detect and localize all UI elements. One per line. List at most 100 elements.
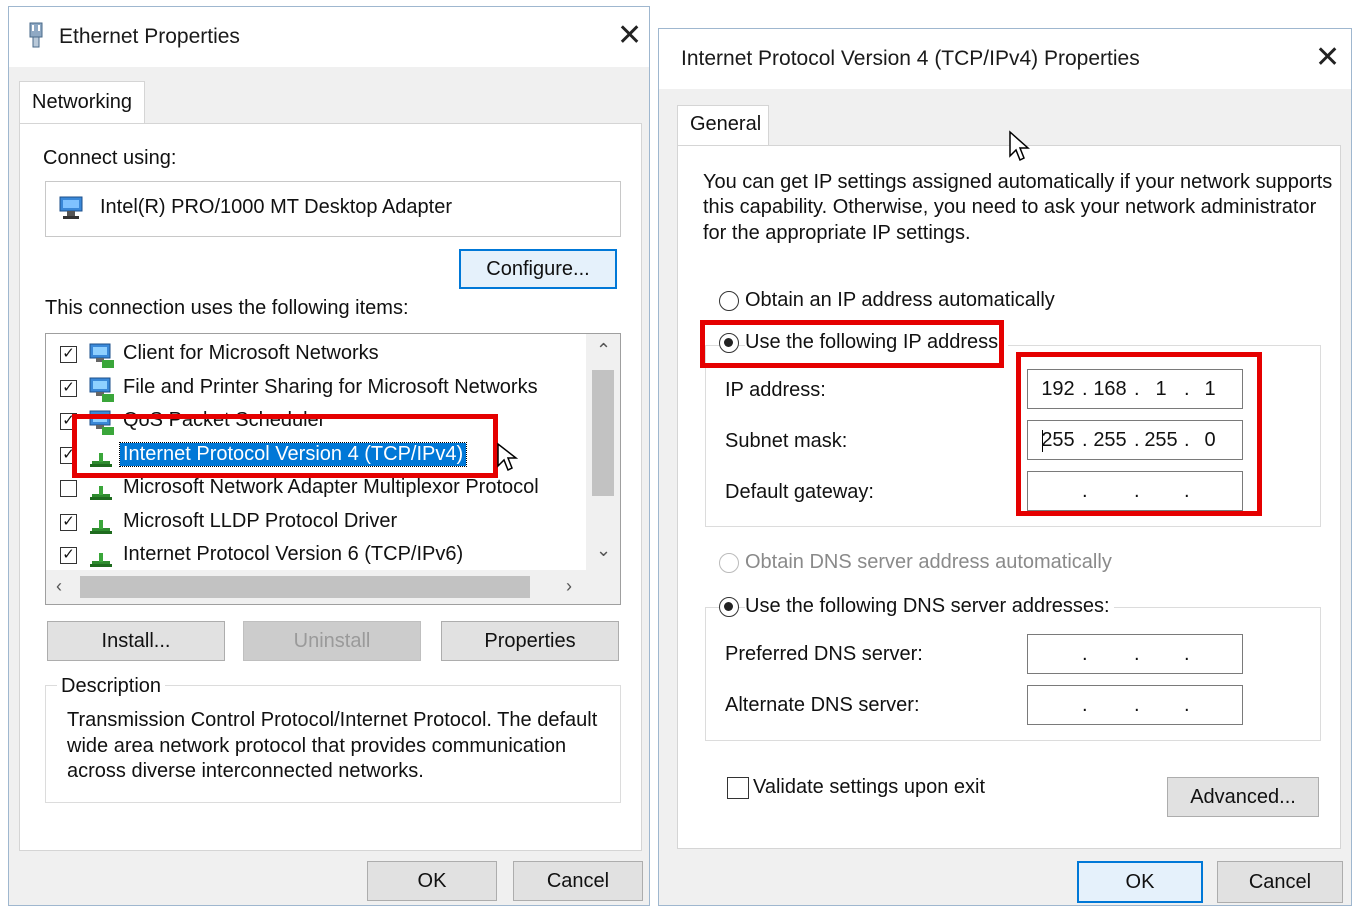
item-label: File and Printer Sharing for Microsoft N… [123, 375, 538, 398]
ipv4-close-icon[interactable]: ✕ [1315, 43, 1340, 73]
ethernet-properties-dialog: Ethernet Properties ✕ Networking Connect… [8, 6, 650, 906]
item-checkbox[interactable]: ✓ [60, 413, 77, 430]
subnet-mask-label: Subnet mask: [725, 430, 848, 452]
scroll-right-icon[interactable]: › [566, 576, 572, 597]
ipv4-properties-dialog: Internet Protocol Version 4 (TCP/IPv4) P… [658, 28, 1352, 906]
validate-settings-checkbox[interactable] [727, 777, 749, 799]
item-label: Internet Protocol Version 6 (TCP/IPv6) [123, 543, 464, 565]
scroll-down-icon[interactable]: ⌄ [596, 540, 611, 561]
list-item[interactable]: ✓ QoS Packet Scheduler [46, 407, 586, 437]
protocol-icon [88, 476, 114, 507]
mask-octet-4: 0 [1204, 429, 1216, 451]
list-item[interactable]: ✓ Internet Protocol Version 6 (TCP/IPv6) [46, 541, 586, 571]
ip-address-label: IP address: [725, 379, 826, 401]
network-client-icon [88, 342, 116, 375]
protocol-icon [88, 443, 114, 474]
horizontal-scroll-thumb[interactable] [80, 576, 530, 598]
cancel-button[interactable]: Cancel [513, 861, 643, 901]
horizontal-scrollbar[interactable]: ‹ › [46, 570, 620, 604]
vertical-scrollbar[interactable]: ⌃ ⌄ [586, 334, 620, 570]
description-line-2: wide area network protocol that provides… [67, 735, 567, 757]
alternate-dns-label: Alternate DNS server: [725, 694, 920, 716]
connect-using-label: Connect using: [43, 147, 177, 169]
obtain-dns-auto-label: Obtain DNS server address automatically [745, 551, 1112, 573]
dns-dot: . [1184, 643, 1190, 665]
ipv4-window-title: Internet Protocol Version 4 (TCP/IPv4) P… [681, 47, 1140, 70]
obtain-ip-auto-radio[interactable] [719, 291, 739, 311]
window-title: Ethernet Properties [59, 25, 240, 48]
close-icon[interactable]: ✕ [617, 21, 642, 51]
use-following-dns-radio[interactable] [719, 597, 739, 617]
item-checkbox[interactable]: ✓ [60, 379, 77, 397]
default-gateway-label: Default gateway: [725, 481, 874, 503]
obtain-dns-auto-radio[interactable] [719, 553, 739, 573]
items-list[interactable]: ✓ Client for Microsoft Networks ✓ File and … [45, 333, 621, 605]
ipv4-cancel-button[interactable]: Cancel [1217, 861, 1343, 903]
use-following-ip-radio[interactable] [719, 333, 739, 353]
ipv4-cancel-button-label: Cancel [1248, 871, 1312, 893]
install-button-label: Install... [101, 630, 171, 652]
list-item[interactable]: ✓ Microsoft LLDP Protocol Driver [46, 508, 586, 538]
advanced-button-label: Advanced... [1190, 786, 1296, 808]
ip-octet-4: 1 [1204, 378, 1216, 400]
intro-line-3: for the appropriate IP settings. [703, 222, 971, 244]
gateway-dot: . [1184, 480, 1190, 502]
mask-dot: . [1184, 429, 1190, 451]
ip-dot: . [1134, 378, 1140, 400]
description-label: Description [57, 675, 166, 698]
default-gateway-input[interactable]: . . . [1027, 471, 1243, 511]
description-line-3: across diverse interconnected networks. [67, 760, 424, 782]
scroll-up-icon[interactable]: ⌃ [596, 340, 611, 361]
ip-address-input[interactable]: 192 . 168 . 1 . 1 [1027, 369, 1243, 409]
properties-button[interactable]: Properties [441, 621, 619, 661]
uninstall-button-label: Uninstall [293, 630, 371, 652]
item-checkbox[interactable]: ✓ [60, 513, 77, 531]
item-checkbox[interactable] [60, 480, 77, 497]
preferred-dns-input[interactable]: . . . [1027, 634, 1243, 674]
mask-dot: . [1134, 429, 1140, 451]
configure-button-label: Configure... [486, 258, 590, 280]
uninstall-button[interactable]: Uninstall [243, 621, 421, 661]
title-bar: Ethernet Properties ✕ [9, 7, 649, 67]
gateway-dot: . [1134, 480, 1140, 502]
advanced-button[interactable]: Advanced... [1167, 777, 1319, 817]
protocol-icon [88, 510, 114, 541]
item-label: Internet Protocol Version 4 (TCP/IPv4) [118, 441, 468, 467]
mask-octet-3: 255 [1144, 429, 1178, 451]
gateway-dot: . [1082, 480, 1088, 502]
obtain-ip-auto-label: Obtain an IP address automatically [745, 289, 1055, 311]
ok-button[interactable]: OK [367, 861, 497, 901]
use-following-ip-label: Use the following IP address: [745, 331, 1008, 354]
scroll-thumb[interactable] [592, 370, 614, 496]
dns-dot: . [1082, 643, 1088, 665]
list-item[interactable]: ✓ Client for Microsoft Networks [46, 340, 586, 370]
item-checkbox[interactable]: ✓ [60, 547, 77, 564]
intro-line-2: this capability. Otherwise, you need to … [703, 196, 1317, 218]
adapter-name: Intel(R) PRO/1000 MT Desktop Adapter [100, 196, 453, 218]
adapter-field: Intel(R) PRO/1000 MT Desktop Adapter [45, 181, 621, 237]
intro-line-1: You can get IP settings assigned automat… [703, 171, 1333, 193]
dns-dot: . [1184, 694, 1190, 716]
description-line-1: Transmission Control Protocol/Internet P… [67, 709, 598, 731]
properties-button-label: Properties [484, 630, 576, 652]
item-checkbox[interactable]: ✓ [60, 346, 77, 363]
ipv4-ok-button-label: OK [1125, 871, 1155, 893]
mouse-pointer-icon [1008, 130, 1030, 169]
ip-octet-3: 1 [1155, 378, 1167, 400]
item-label: Microsoft Network Adapter Multiplexor Pr… [123, 476, 539, 498]
mask-octet-1: 255 [1041, 429, 1075, 451]
ipv4-title-bar: Internet Protocol Version 4 (TCP/IPv4) P… [659, 29, 1351, 89]
subnet-mask-input[interactable]: 255 . 255 . 255 . 0 [1027, 420, 1243, 460]
item-checkbox[interactable]: ✓ [60, 446, 77, 464]
alternate-dns-input[interactable]: . . . [1027, 685, 1243, 725]
ipv4-ok-button[interactable]: OK [1077, 861, 1203, 903]
cancel-button-label: Cancel [546, 870, 610, 892]
install-button[interactable]: Install... [47, 621, 225, 661]
validate-settings-label: Validate settings upon exit [753, 776, 986, 798]
configure-button[interactable]: Configure... [459, 249, 617, 289]
scroll-left-icon[interactable]: ‹ [56, 576, 62, 597]
mask-octet-2: 255 [1093, 429, 1127, 451]
item-label: Client for Microsoft Networks [123, 342, 379, 364]
list-item[interactable]: ✓ File and Printer Sharing for Microsoft … [46, 374, 586, 404]
item-label: QoS Packet Scheduler [123, 409, 326, 431]
